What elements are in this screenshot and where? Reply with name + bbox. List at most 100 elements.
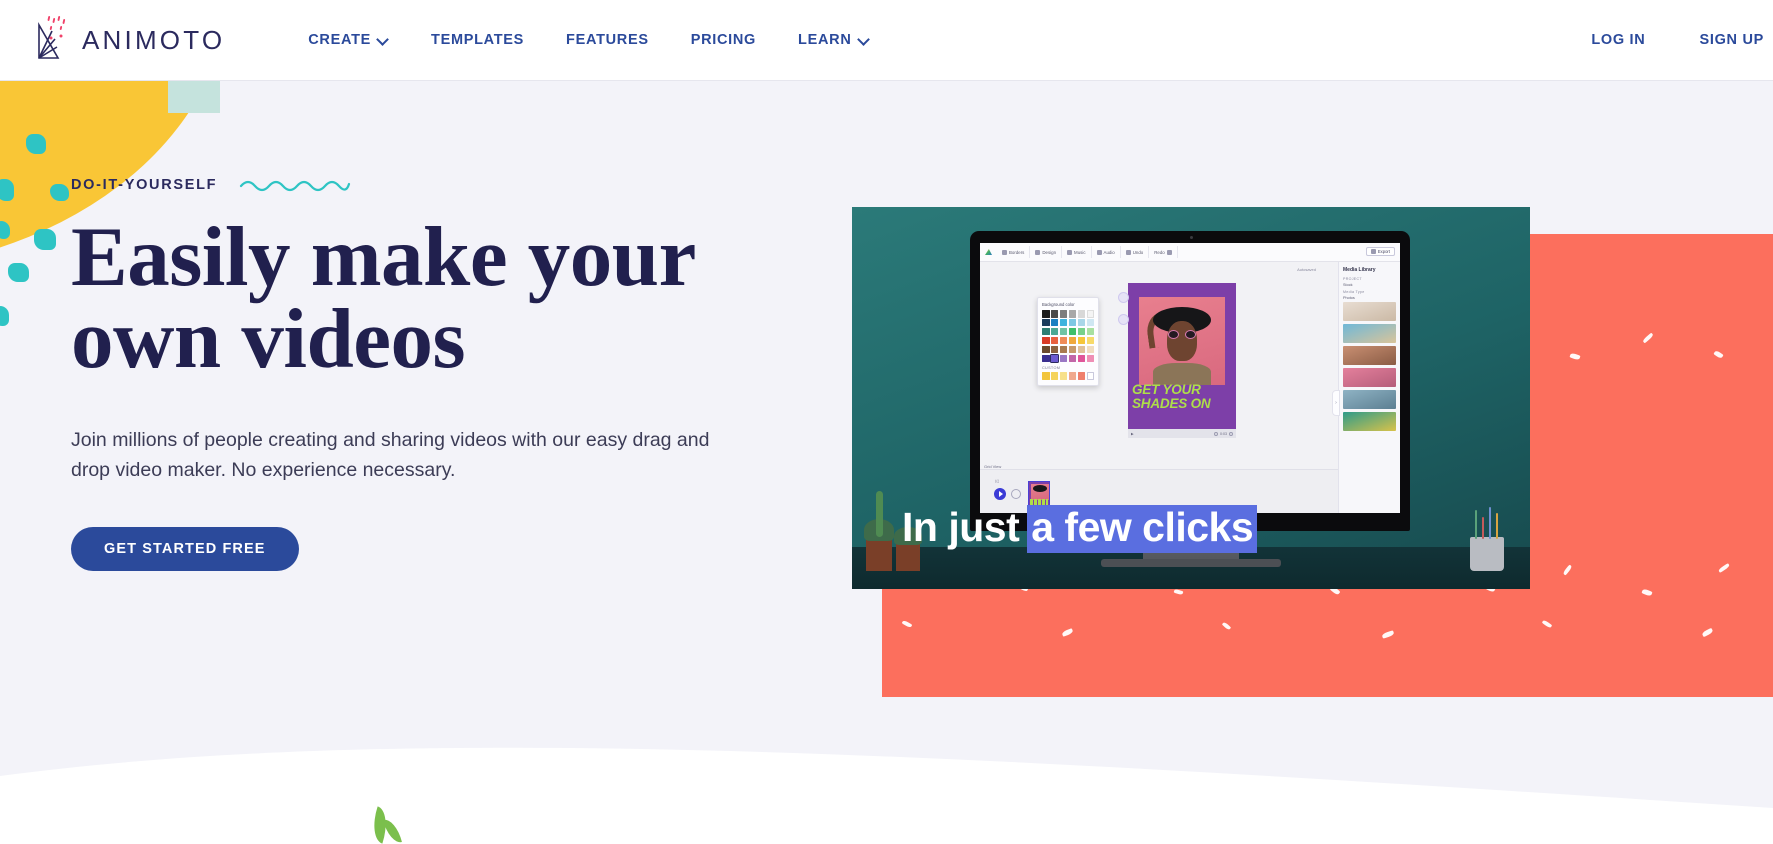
color-swatch[interactable] xyxy=(1086,354,1095,363)
fullscreen-icon[interactable] xyxy=(1229,431,1233,436)
toolbar-borders[interactable]: Borders xyxy=(997,246,1031,258)
color-swatch[interactable] xyxy=(1050,318,1059,327)
color-swatch[interactable] xyxy=(1059,354,1068,363)
nav-item-features[interactable]: FEATURES xyxy=(545,32,670,48)
toolbar-redo[interactable]: Redo xyxy=(1149,246,1178,258)
library-thumbnail[interactable] xyxy=(1343,412,1396,431)
monitor-base xyxy=(1101,559,1281,567)
color-swatch[interactable] xyxy=(1059,345,1068,354)
library-section-value[interactable]: Stock xyxy=(1343,283,1396,287)
nav-label: TEMPLATES xyxy=(431,32,525,48)
nav-item-learn[interactable]: LEARN xyxy=(777,32,890,48)
add-custom-color-button[interactable] xyxy=(1086,372,1095,380)
library-thumbnail[interactable] xyxy=(1343,346,1396,365)
sync-status-icon: ((( xyxy=(995,478,999,483)
color-swatch[interactable] xyxy=(1059,327,1068,336)
poster-line1: GET YOUR xyxy=(1132,382,1201,397)
toolbar-music[interactable]: Music xyxy=(1062,246,1092,258)
library-thumbnail[interactable] xyxy=(1343,324,1396,343)
color-swatch[interactable] xyxy=(1077,327,1086,336)
color-swatch-selected[interactable] xyxy=(1049,353,1060,363)
library-filter-label: Media Type xyxy=(1343,290,1365,294)
color-swatch[interactable] xyxy=(1050,345,1059,354)
color-swatch[interactable] xyxy=(1086,327,1095,336)
toolbar-undo[interactable]: Undo xyxy=(1121,246,1150,258)
toolbar-audio[interactable]: Audio xyxy=(1092,246,1121,258)
nav-item-pricing[interactable]: PRICING xyxy=(670,32,777,48)
library-thumbnail[interactable] xyxy=(1343,368,1396,387)
login-link[interactable]: LOG IN xyxy=(1564,32,1672,48)
nav-item-create[interactable]: CREATE xyxy=(287,32,410,48)
cactus xyxy=(876,491,883,537)
custom-swatch[interactable] xyxy=(1077,372,1086,380)
hero-video-still[interactable]: Borders Design Music Audio Undo Redo Exp… xyxy=(852,207,1530,589)
volume-icon[interactable] xyxy=(1214,431,1218,436)
color-swatch[interactable] xyxy=(1086,345,1095,354)
custom-swatch-grid[interactable] xyxy=(1042,372,1095,380)
color-swatch[interactable] xyxy=(1077,310,1086,318)
color-swatch[interactable] xyxy=(1042,345,1050,354)
custom-swatch[interactable] xyxy=(1050,372,1059,380)
custom-swatch[interactable] xyxy=(1059,372,1068,380)
color-swatch[interactable] xyxy=(1042,336,1050,345)
undo-icon xyxy=(1125,249,1131,255)
canvas-poster[interactable]: GET YOUR SHADES ON xyxy=(1128,283,1236,429)
caption-plain: In just xyxy=(902,504,1020,550)
background-color-picker[interactable]: Background color CUSTOM xyxy=(1037,297,1099,386)
color-swatch[interactable] xyxy=(1068,345,1077,354)
library-thumbnail[interactable] xyxy=(1343,390,1396,409)
color-swatch[interactable] xyxy=(1050,336,1059,345)
media-library-panel[interactable]: Media Library PROJECT Stock Media Type P… xyxy=(1332,262,1400,513)
poster-color-handle[interactable] xyxy=(1118,314,1129,325)
hero-media: Borders Design Music Audio Undo Redo Exp… xyxy=(852,207,1773,707)
color-swatch[interactable] xyxy=(1086,336,1095,345)
editor-screen[interactable]: Borders Design Music Audio Undo Redo Exp… xyxy=(980,243,1400,513)
color-swatch[interactable] xyxy=(1077,345,1086,354)
custom-swatch[interactable] xyxy=(1042,372,1050,380)
get-started-free-button[interactable]: GET STARTED FREE xyxy=(71,527,299,572)
play-icon[interactable]: ▶ xyxy=(1131,432,1134,436)
pencil xyxy=(1481,517,1484,539)
color-swatch[interactable] xyxy=(1059,336,1068,345)
color-swatch[interactable] xyxy=(1086,310,1095,318)
color-swatch[interactable] xyxy=(1042,318,1050,327)
mint-arch-decoration xyxy=(168,81,220,113)
color-swatch[interactable] xyxy=(1042,327,1050,336)
toolbar-label: Audio xyxy=(1103,249,1115,255)
signup-link[interactable]: SIGN UP xyxy=(1672,32,1773,48)
timeline-play-button[interactable] xyxy=(994,488,1006,500)
color-swatch[interactable] xyxy=(1086,318,1095,327)
export-button[interactable]: Export xyxy=(1365,247,1395,256)
account-nav: LOG IN SIGN UP xyxy=(1564,32,1773,48)
add-block-button[interactable] xyxy=(1011,489,1021,499)
custom-swatch[interactable] xyxy=(1068,372,1077,380)
color-swatch[interactable] xyxy=(1068,318,1077,327)
canvas-playbar[interactable]: ▶ 0:03 xyxy=(1128,429,1236,438)
color-swatch[interactable] xyxy=(1077,336,1086,345)
color-swatch[interactable] xyxy=(1042,310,1050,318)
logo[interactable]: ANIMOTO xyxy=(22,0,225,81)
confetti-speck xyxy=(0,179,14,201)
library-filter-value[interactable]: Photos xyxy=(1343,296,1396,300)
color-swatch-grid[interactable] xyxy=(1042,310,1095,363)
hero-title-line1: Easily make your xyxy=(71,210,696,304)
color-swatch[interactable] xyxy=(1042,354,1050,363)
color-swatch[interactable] xyxy=(1059,310,1068,318)
collapse-panel-icon[interactable]: › xyxy=(1332,390,1340,416)
library-thumbnail[interactable] xyxy=(1343,302,1396,321)
nav-item-templates[interactable]: TEMPLATES xyxy=(410,32,545,48)
color-swatch[interactable] xyxy=(1059,318,1068,327)
color-swatch[interactable] xyxy=(1077,318,1086,327)
poster-layout-handle[interactable] xyxy=(1118,292,1129,303)
pencil xyxy=(1474,510,1477,539)
color-swatch[interactable] xyxy=(1068,336,1077,345)
color-swatch[interactable] xyxy=(1068,354,1077,363)
toolbar-design[interactable]: Design xyxy=(1030,246,1063,258)
color-swatch[interactable] xyxy=(1050,327,1059,336)
library-title: Media Library xyxy=(1343,267,1376,273)
color-swatch[interactable] xyxy=(1068,310,1077,318)
animoto-logo-icon xyxy=(22,14,74,66)
color-swatch[interactable] xyxy=(1077,354,1086,363)
color-swatch[interactable] xyxy=(1050,310,1059,318)
color-swatch[interactable] xyxy=(1068,327,1077,336)
